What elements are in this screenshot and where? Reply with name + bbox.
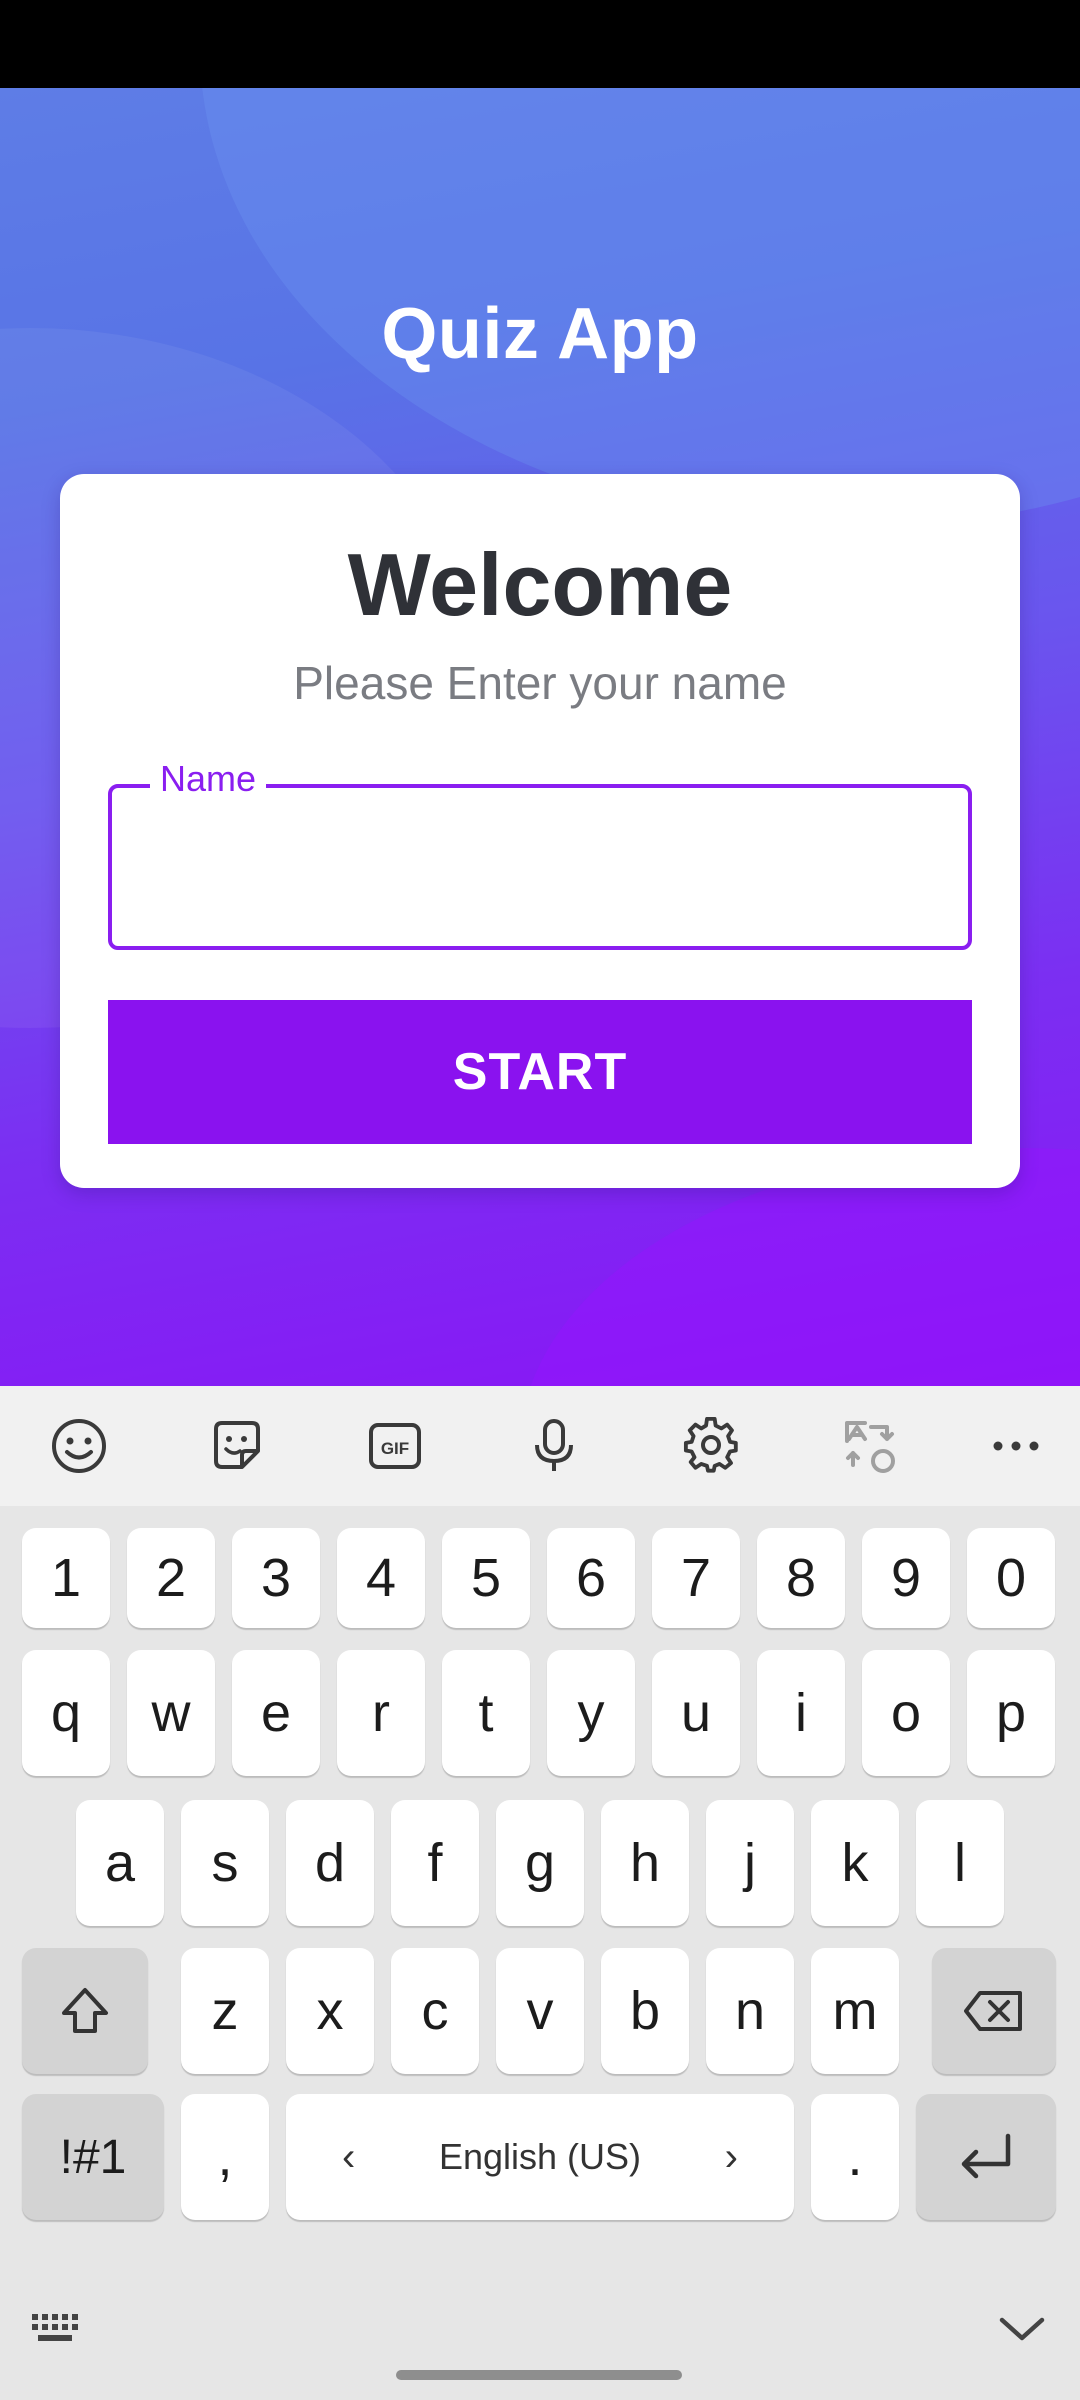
key-l[interactable]: l bbox=[916, 1800, 1004, 1926]
key-f[interactable]: f bbox=[391, 1800, 479, 1926]
gear-icon[interactable] bbox=[676, 1410, 748, 1482]
key-v[interactable]: v bbox=[496, 1948, 584, 2074]
symbols-key[interactable]: !#1 bbox=[22, 2094, 164, 2220]
start-button[interactable]: START bbox=[108, 1000, 972, 1144]
key-h[interactable]: h bbox=[601, 1800, 689, 1926]
key-a[interactable]: a bbox=[76, 1800, 164, 1926]
welcome-card: Welcome Please Enter your name Name STAR… bbox=[60, 474, 1020, 1188]
name-input[interactable]: Name bbox=[108, 758, 972, 950]
key-p[interactable]: p bbox=[967, 1650, 1055, 1776]
backspace-key[interactable] bbox=[932, 1948, 1056, 2074]
key-e[interactable]: e bbox=[232, 1650, 320, 1776]
sticker-icon[interactable] bbox=[201, 1410, 273, 1482]
key-5[interactable]: 5 bbox=[442, 1528, 530, 1628]
emoji-icon[interactable] bbox=[43, 1410, 115, 1482]
comma-key[interactable]: , bbox=[181, 2094, 269, 2220]
gif-icon-text: GIF bbox=[381, 1439, 409, 1458]
shift-key[interactable] bbox=[22, 1948, 148, 2074]
key-i[interactable]: i bbox=[757, 1650, 845, 1776]
key-c[interactable]: c bbox=[391, 1948, 479, 2074]
key-d[interactable]: d bbox=[286, 1800, 374, 1926]
name-field-label: Name bbox=[150, 758, 267, 800]
key-0[interactable]: 0 bbox=[967, 1528, 1055, 1628]
key-4[interactable]: 4 bbox=[337, 1528, 425, 1628]
welcome-subtitle: Please Enter your name bbox=[293, 657, 787, 709]
key-8[interactable]: 8 bbox=[757, 1528, 845, 1628]
keyboard-switch-icon[interactable] bbox=[30, 2310, 86, 2354]
key-k[interactable]: k bbox=[811, 1800, 899, 1926]
space-key[interactable]: ‹ English (US) › bbox=[286, 2094, 794, 2220]
microphone-icon[interactable] bbox=[518, 1410, 590, 1482]
keyboard-toolbar: GIF bbox=[0, 1386, 1080, 1506]
key-6[interactable]: 6 bbox=[547, 1528, 635, 1628]
on-screen-keyboard: GIF 1 2 3 4 5 6 7 8 9 0 q w e r t y u i … bbox=[0, 1386, 1080, 2400]
key-b[interactable]: b bbox=[601, 1948, 689, 2074]
space-right-arrow-icon: › bbox=[724, 2134, 738, 2179]
key-n[interactable]: n bbox=[706, 1948, 794, 2074]
app-background: Quiz App Welcome Please Enter your name … bbox=[0, 88, 1080, 1386]
more-icon[interactable] bbox=[980, 1410, 1052, 1482]
status-bar bbox=[0, 0, 1080, 88]
space-language-label: English (US) bbox=[438, 2136, 642, 2177]
enter-key[interactable] bbox=[916, 2094, 1056, 2220]
home-indicator[interactable] bbox=[396, 2370, 682, 2380]
gif-icon[interactable]: GIF bbox=[359, 1410, 431, 1482]
key-7[interactable]: 7 bbox=[652, 1528, 740, 1628]
key-o[interactable]: o bbox=[862, 1650, 950, 1776]
welcome-heading: Welcome bbox=[347, 535, 733, 634]
key-y[interactable]: y bbox=[547, 1650, 635, 1776]
hide-keyboard-chevron-down-icon[interactable] bbox=[994, 2308, 1050, 2352]
key-z[interactable]: z bbox=[181, 1948, 269, 2074]
key-w[interactable]: w bbox=[127, 1650, 215, 1776]
key-m[interactable]: m bbox=[811, 1948, 899, 2074]
space-left-arrow-icon: ‹ bbox=[342, 2134, 356, 2179]
key-3[interactable]: 3 bbox=[232, 1528, 320, 1628]
key-2[interactable]: 2 bbox=[127, 1528, 215, 1628]
key-9[interactable]: 9 bbox=[862, 1528, 950, 1628]
app-title: Quiz App bbox=[381, 294, 699, 374]
key-u[interactable]: u bbox=[652, 1650, 740, 1776]
key-q[interactable]: q bbox=[22, 1650, 110, 1776]
period-key[interactable]: . bbox=[811, 2094, 899, 2220]
key-g[interactable]: g bbox=[496, 1800, 584, 1926]
key-1[interactable]: 1 bbox=[22, 1528, 110, 1628]
enter-icon bbox=[961, 2133, 1011, 2179]
key-j[interactable]: j bbox=[706, 1800, 794, 1926]
translate-icon[interactable] bbox=[834, 1410, 906, 1482]
backspace-icon bbox=[964, 1991, 1022, 2031]
key-t[interactable]: t bbox=[442, 1650, 530, 1776]
key-x[interactable]: x bbox=[286, 1948, 374, 2074]
key-r[interactable]: r bbox=[337, 1650, 425, 1776]
shift-icon bbox=[62, 1988, 108, 2033]
key-s[interactable]: s bbox=[181, 1800, 269, 1926]
